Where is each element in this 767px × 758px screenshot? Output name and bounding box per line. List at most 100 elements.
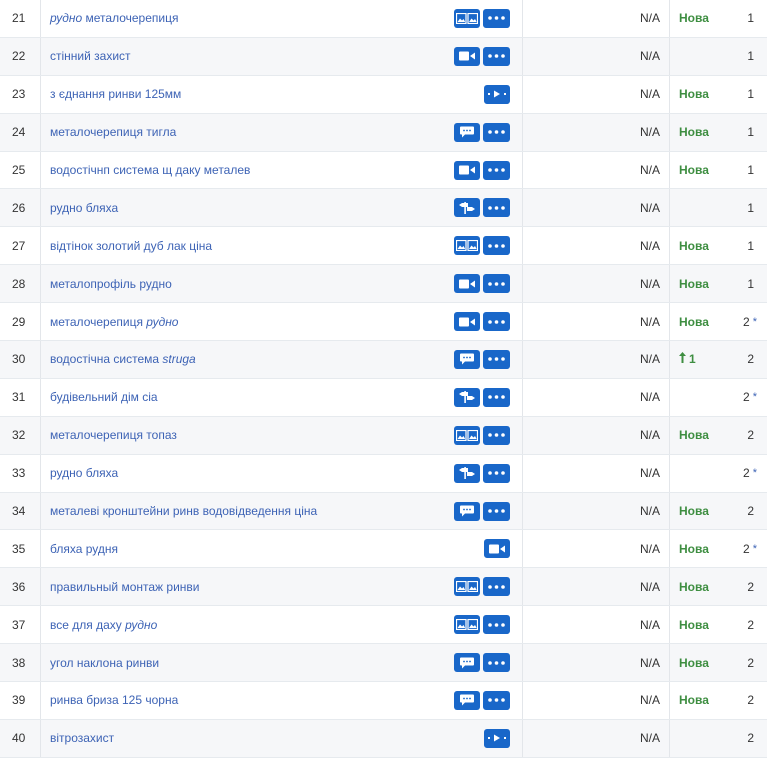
keyword-link[interactable]: металеві кронштейни ринв водовідведення … [50, 504, 317, 518]
serp-feature-button[interactable] [454, 653, 480, 673]
position-change: Нова [679, 579, 709, 594]
table-row: 27 відтінок золотий дуб лак ціна N/A Нова 1 [0, 227, 767, 266]
keyword-link[interactable]: металочерепиця топаз [50, 428, 177, 442]
table-row: 30 водостічна система struga N/A 1 2 [0, 341, 767, 379]
keyword-link[interactable]: металочерепиця тигла [50, 125, 176, 139]
more-options-button[interactable] [483, 236, 510, 256]
more-options-button[interactable] [483, 425, 510, 445]
more-options-button[interactable] [483, 387, 510, 407]
more-options-button[interactable] [483, 46, 510, 66]
table-row: 35 бляха рудня N/A Нова 2 * [0, 530, 767, 569]
keyword-link[interactable]: металопрофіль рудно [50, 277, 172, 291]
more-dots-icon [488, 357, 505, 362]
na-value: N/A [523, 265, 670, 303]
serp-feature-button[interactable] [454, 463, 480, 483]
chat-icon [460, 657, 474, 669]
serp-feature-button[interactable] [454, 312, 480, 332]
keyword-part: угол наклона ринви [50, 655, 160, 670]
keyword-link[interactable]: рудно бляха [50, 201, 118, 215]
more-options-button[interactable] [483, 198, 510, 218]
video-icon [459, 279, 475, 289]
serp-feature-button[interactable] [454, 122, 480, 142]
more-options-button[interactable] [483, 615, 510, 635]
more-options-button[interactable] [483, 160, 510, 180]
keyword-cell: ринва бриза 125 чорна [41, 682, 523, 719]
row-number: 39 [0, 682, 41, 719]
change-cell: 1 [670, 341, 730, 378]
keyword-link[interactable]: водостічнп система щ даку металев [50, 163, 250, 177]
row-number: 40 [0, 719, 41, 757]
keyword-link[interactable]: рудно бляха [50, 466, 118, 480]
table-row: 40 вітрозахист N/A 2 [0, 719, 767, 758]
more-options-button[interactable] [483, 122, 510, 142]
serp-feature-button[interactable] [454, 501, 480, 521]
row-number: 38 [0, 644, 41, 682]
keyword-link[interactable]: бляха рудня [50, 542, 118, 556]
more-options-button[interactable] [483, 690, 510, 710]
serp-actions [454, 38, 510, 75]
keyword-cell: з єднання ринви 125мм [41, 75, 523, 113]
position-change: Нова [679, 163, 709, 177]
serp-feature-button[interactable] [454, 160, 480, 180]
more-options-button[interactable] [483, 577, 510, 597]
position-cell: 2 * [730, 455, 767, 492]
serp-feature-button[interactable] [454, 349, 480, 369]
row-number: 21 [0, 0, 41, 37]
serp-feature-button[interactable] [454, 46, 480, 66]
more-options-button[interactable] [483, 501, 510, 521]
keyword-link[interactable]: стінний захист [50, 49, 131, 63]
keyword-link[interactable]: водостічна система struga [50, 352, 196, 366]
keyword-link[interactable]: угол наклона ринви [50, 656, 159, 670]
na-value: N/A [523, 227, 670, 265]
change-cell: Нова [670, 606, 730, 643]
position-change: Нова [679, 314, 709, 329]
more-options-button[interactable] [483, 349, 510, 369]
keyword-link[interactable]: з єднання ринви 125мм [50, 87, 181, 101]
position-star: * [752, 315, 757, 328]
position-cell: 2 [730, 606, 767, 643]
keyword-part: все для даху [50, 617, 126, 632]
serp-feature-button[interactable] [454, 387, 480, 407]
keyword-link[interactable]: металочерепиця рудно [50, 315, 178, 329]
keyword-part: металопрофіль рудно [50, 276, 172, 291]
serp-feature-button[interactable] [454, 8, 480, 28]
serp-feature-button[interactable] [454, 236, 480, 256]
na-value: N/A [523, 719, 670, 757]
position-cell: 2 * [730, 303, 767, 340]
keyword-link[interactable]: відтінок золотий дуб лак ціна [50, 239, 212, 253]
row-number: 31 [0, 378, 41, 416]
position-value: 2 [743, 541, 750, 556]
more-dots-icon [488, 509, 505, 513]
serp-feature-button[interactable] [484, 728, 510, 748]
more-options-button[interactable] [483, 312, 510, 332]
more-dots-icon [488, 16, 505, 21]
keyword-link[interactable]: правильный монтаж ринви [50, 580, 200, 594]
more-options-button[interactable] [483, 653, 510, 673]
keyword-link[interactable]: ринва бриза 125 чорна [50, 693, 178, 707]
serp-feature-button[interactable] [484, 539, 510, 559]
serp-feature-button[interactable] [454, 615, 480, 635]
change-cell: Нова [670, 227, 730, 264]
change-cell: Нова [670, 152, 730, 189]
serp-feature-button[interactable] [454, 198, 480, 218]
keyword-link[interactable]: все для даху рудно [50, 618, 157, 632]
serp-feature-button[interactable] [454, 274, 480, 294]
serp-feature-button[interactable] [454, 690, 480, 710]
position-value: 2 [747, 428, 754, 443]
serp-feature-button[interactable] [484, 84, 510, 104]
more-options-button[interactable] [483, 8, 510, 28]
more-options-button[interactable] [483, 463, 510, 483]
more-options-button[interactable] [483, 274, 510, 294]
serp-feature-button[interactable] [454, 577, 480, 597]
keyword-link[interactable]: вітрозахист [50, 731, 114, 745]
position-cell: 1 [730, 0, 767, 37]
serp-actions [454, 114, 510, 151]
row-number: 27 [0, 227, 41, 265]
keyword-positions-table: 21 рудно металочерепиця N/A Нова 1 22 стінний … [0, 0, 767, 758]
keyword-link[interactable]: будівельний дім сіа [50, 390, 158, 404]
serp-feature-button[interactable] [454, 425, 480, 445]
serp-actions [484, 76, 510, 113]
keyword-part: бляха рудня [50, 541, 118, 556]
keyword-link[interactable]: рудно металочерепиця [50, 11, 178, 25]
na-value: N/A [523, 378, 670, 416]
